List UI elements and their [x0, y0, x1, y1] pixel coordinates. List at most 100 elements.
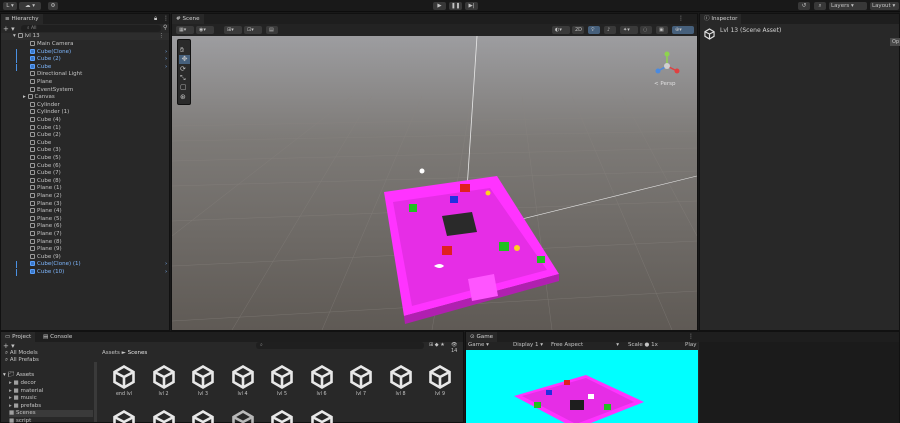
hierarchy-item[interactable]: Plane (7)	[30, 231, 62, 238]
scene-root-row[interactable]: ▾ lvl 13 ⋮	[1, 33, 169, 40]
search-options-icon[interactable]: ⚲	[163, 24, 167, 31]
folder-item[interactable]: ▸ ■ material	[9, 388, 43, 395]
hierarchy-item[interactable]: Cube (2) ›	[30, 56, 167, 63]
favorites-all-prefabs[interactable]: ⌕ All Prefabs	[5, 357, 39, 364]
hidden-objects-icon[interactable]: ◌	[640, 26, 652, 34]
more-icon[interactable]: ⋮	[163, 15, 169, 22]
hierarchy-item[interactable]: Cube	[30, 139, 51, 147]
scene-asset[interactable]	[226, 409, 260, 423]
scene-asset[interactable]: lvl 8	[384, 364, 418, 397]
prefab-open-chevron-icon[interactable]: ›	[165, 261, 167, 268]
audio-toggle-icon[interactable]: ♪	[604, 26, 616, 34]
scene-asset[interactable]: lvl 3	[186, 364, 220, 397]
hierarchy-item[interactable]: Cylinder (1)	[30, 109, 69, 116]
aspect-dropdown[interactable]: Free Aspect ▾	[551, 342, 619, 349]
breadcrumb-current[interactable]: Scenes	[128, 350, 148, 356]
scene-asset[interactable]: lvl 5	[265, 364, 299, 397]
hierarchy-item[interactable]: Cube (5)	[30, 155, 61, 162]
step-button[interactable]: ▶|	[465, 2, 478, 10]
scene-asset[interactable]: end lvl	[107, 364, 141, 397]
gizmos-button[interactable]: ⊕▾	[672, 26, 694, 34]
project-search-input[interactable]: ⌕	[256, 342, 424, 349]
add-button[interactable]: + ▾	[3, 25, 15, 33]
history-icon[interactable]: ↺	[798, 2, 810, 10]
hierarchy-item[interactable]: Plane (8)	[30, 238, 62, 246]
hierarchy-item[interactable]: Plane (4)	[30, 208, 62, 215]
game-view[interactable]	[466, 350, 698, 423]
tab-inspector[interactable]: ⓘ Inspector	[700, 14, 742, 24]
hierarchy-item[interactable]: Cube ›	[30, 63, 167, 71]
tree-assets-root[interactable]: ▾ 📁︎ Assets	[3, 372, 34, 379]
folder-item[interactable]: ▸ ■ prefabs	[9, 403, 41, 410]
folder-item[interactable]: ■ script	[9, 418, 31, 423]
scene-asset[interactable]: lvl 4	[226, 364, 260, 397]
filter-icons[interactable]: ⊞ ◆ ★	[429, 342, 445, 348]
play-focused-dropdown[interactable]: Play	[685, 342, 696, 349]
hierarchy-item[interactable]: Cube (1)	[30, 124, 61, 132]
folder-item[interactable]: ▸ ■ music	[9, 395, 37, 402]
rect-tool-icon[interactable]: ▢	[180, 83, 187, 91]
display-dropdown[interactable]: Display 1 ▾	[513, 342, 543, 349]
hierarchy-item[interactable]: Cube (9)	[30, 253, 61, 261]
hand-tool-icon[interactable]: ✋︎	[180, 46, 184, 55]
search-icon[interactable]: ⌕	[814, 2, 826, 10]
tab-hierarchy[interactable]: ≡ Hierarchy	[1, 14, 43, 24]
open-button[interactable]: Op	[890, 38, 900, 46]
hierarchy-item[interactable]: Cube (6)	[30, 162, 61, 170]
tab-project[interactable]: ▭ Project	[1, 332, 36, 342]
hierarchy-item[interactable]: Plane (3)	[30, 200, 62, 208]
light-gizmo-icon[interactable]	[419, 168, 425, 174]
scene-asset[interactable]: lvl 9	[423, 364, 457, 397]
grid-snap-button[interactable]: ▤	[266, 26, 278, 34]
hierarchy-item[interactable]: Cube (3)	[30, 147, 61, 154]
prefab-open-chevron-icon[interactable]: ›	[165, 49, 167, 56]
hierarchy-item[interactable]: Cube(Clone) (1) ›	[30, 261, 167, 268]
tab-scene[interactable]: # Scene	[172, 14, 204, 24]
scene-asset[interactable]: lvl 7	[344, 364, 378, 397]
folder-item[interactable]: ▸ ■ decor	[9, 380, 36, 387]
hierarchy-item[interactable]: Plane (6)	[30, 223, 62, 230]
game-mode-dropdown[interactable]: Game ▾	[468, 342, 508, 349]
scene-more-icon[interactable]: ⋮	[159, 33, 165, 40]
folder-item[interactable]: ■ Scenes	[9, 410, 93, 418]
camera-settings-icon[interactable]: ▣	[656, 26, 668, 34]
2d-toggle[interactable]: 2D	[572, 26, 584, 34]
layout-dropdown[interactable]: Layout ▾	[870, 2, 899, 10]
hierarchy-item[interactable]: Plane (9)	[30, 246, 62, 253]
hierarchy-item[interactable]: Plane	[30, 79, 52, 86]
move-tool-icon[interactable]: ✥	[179, 55, 190, 64]
tab-console[interactable]: ▤ Console	[39, 332, 77, 342]
scene-asset[interactable]: lvl 6	[305, 364, 339, 397]
scene-maximize-icon[interactable]: ⋮	[678, 15, 684, 22]
game-more-icon[interactable]: ⋮	[688, 333, 694, 340]
hierarchy-item[interactable]: Cube (8)	[30, 177, 61, 185]
hierarchy-item[interactable]: EventSystem	[30, 86, 73, 94]
scene-asset[interactable]	[305, 409, 339, 423]
scene-asset[interactable]	[107, 409, 141, 423]
prefab-open-chevron-icon[interactable]: ›	[165, 269, 167, 276]
project-add-button[interactable]: + ▾	[3, 342, 15, 350]
hierarchy-item[interactable]: Main Camera	[30, 41, 73, 48]
hierarchy-search-input[interactable]: ⌕ All	[21, 25, 161, 32]
hierarchy-item[interactable]: Cube (4)	[30, 117, 61, 124]
scene-viewport[interactable]	[172, 36, 697, 330]
hierarchy-item[interactable]: ▸ Canvas	[23, 94, 55, 101]
draw-mode-button[interactable]: ▦▾	[176, 26, 194, 34]
hierarchy-item[interactable]: Plane (1)	[30, 185, 62, 192]
persp-label[interactable]: < Persp	[654, 81, 675, 87]
prefab-open-chevron-icon[interactable]: ›	[165, 64, 167, 71]
scale-control[interactable]: Scale ● 1x	[628, 342, 658, 349]
global-button[interactable]: ⊡▾	[244, 26, 262, 34]
layers-dropdown[interactable]: Layers ▾	[829, 2, 867, 10]
render-mode-button[interactable]: ◉▾	[196, 26, 214, 34]
scene-asset[interactable]	[265, 409, 299, 423]
project-split-scrollbar[interactable]	[94, 362, 97, 422]
lock-icon[interactable]: 🔒︎	[154, 15, 157, 23]
rotate-tool-icon[interactable]: ⟳	[180, 65, 186, 73]
hierarchy-item[interactable]: Cube(Clone) ›	[30, 48, 167, 56]
pivot-button[interactable]: ⊞▾	[224, 26, 242, 34]
prefab-open-chevron-icon[interactable]: ›	[165, 56, 167, 63]
expand-arrow-icon[interactable]: ▸	[23, 94, 28, 100]
scene-asset[interactable]	[147, 409, 181, 423]
breadcrumb-root[interactable]: Assets	[102, 350, 120, 356]
